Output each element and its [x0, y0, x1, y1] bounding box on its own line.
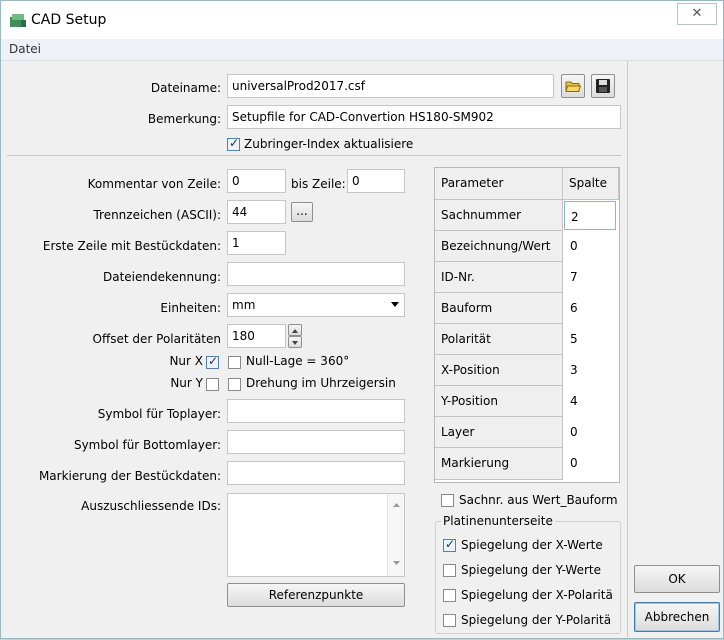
drehung-checkbox[interactable]	[228, 378, 241, 391]
bemerkung-label: Bemerkung:	[147, 112, 221, 126]
grid-row-name: Layer	[435, 417, 563, 448]
platinenunterseite-title: Platinenunterseite	[441, 514, 555, 528]
toplayer-input[interactable]	[227, 399, 405, 423]
kommentar-input[interactable]: 0	[227, 169, 286, 193]
toplayer-label: Symbol für Toplayer:	[97, 407, 221, 421]
grid-row-value[interactable]: 0	[564, 448, 618, 480]
bemerkung-input[interactable]: Setupfile for CAD-Convertion HS180-SM902	[227, 105, 621, 129]
trennzeichen-label: Trennzeichen (ASCII):	[93, 208, 221, 222]
dateiname-input[interactable]: universalProd2017.csf	[227, 74, 554, 98]
grid-row-name: Sachnummer	[435, 200, 563, 231]
spin-up-icon	[292, 329, 298, 333]
offset-up-button[interactable]	[288, 324, 302, 336]
grid-row-value[interactable]: 4	[564, 386, 618, 417]
einheiten-value: mm	[232, 298, 256, 312]
grid-row-value[interactable]: 7	[564, 262, 618, 293]
separator	[7, 155, 621, 156]
grid-row-value[interactable]: 6	[564, 293, 618, 324]
trennzeichen-browse-button[interactable]: ...	[291, 202, 313, 222]
drehung-label: Drehung im Uhrzeigersin	[246, 376, 396, 390]
spiegel-xpol-checkbox[interactable]	[443, 589, 456, 602]
sachnr-label: Sachnr. aus Wert_Bauform	[459, 493, 618, 507]
spiegel-xpol-label: Spiegelung der X-Polaritä	[461, 588, 613, 602]
grid-row-name: X-Position	[435, 355, 563, 386]
ok-button[interactable]: OK	[634, 565, 720, 593]
window-title: CAD Setup	[31, 12, 107, 28]
grid-row-value[interactable]: 0	[564, 231, 618, 262]
erste-zeile-input[interactable]: 1	[227, 231, 286, 255]
grid-row-value[interactable]: 2	[564, 201, 616, 230]
grid-row-value[interactable]: 3	[564, 355, 618, 386]
markierung-input[interactable]	[227, 461, 405, 485]
parameter-grid: Parameter Spalte Sachnummer 2 Bezeichnun…	[434, 167, 620, 483]
title-bar: CAD Setup ✕	[1, 1, 723, 39]
grid-row-name: Y-Position	[435, 386, 563, 417]
cancel-button[interactable]: Abbrechen	[634, 602, 720, 632]
grid-row-name: Bezeichnung/Wert	[435, 231, 563, 262]
nur-x-checkbox[interactable]	[206, 354, 219, 369]
erste-zeile-label: Erste Zeile mit Bestückdaten:	[42, 239, 221, 253]
spiegel-y-checkbox[interactable]	[443, 564, 456, 577]
auszuschliessende-ids-label: Auszuschliessende IDs:	[81, 499, 221, 513]
offset-label: Offset der Polaritäten	[92, 332, 221, 346]
bottomlayer-label: Symbol für Bottomlayer:	[73, 438, 221, 452]
nur-x-label: Nur X	[169, 354, 203, 368]
grid-row-value[interactable]: 5	[564, 324, 618, 355]
einheiten-label: Einheiten:	[160, 301, 221, 315]
open-file-button[interactable]	[561, 74, 585, 98]
offset-down-button[interactable]	[288, 336, 302, 348]
sachnr-checkbox[interactable]	[441, 494, 454, 507]
zubringer-label: Zubringer-Index aktualisiere	[244, 137, 414, 151]
ids-scrollbar[interactable]	[387, 494, 404, 576]
bis-zeile-label: bis Zeile:	[291, 177, 346, 191]
spiegel-ypol-label: Spiegelung der Y-Polaritä	[461, 613, 612, 627]
spiegel-x-label: Spiegelung der X-Werte	[461, 538, 603, 552]
grid-header-spalte: Spalte	[563, 168, 619, 200]
menu-datei[interactable]: Datei	[9, 42, 41, 56]
save-icon	[596, 79, 610, 93]
save-file-button[interactable]	[591, 74, 615, 98]
referenzpunkte-button[interactable]: Referenzpunkte	[227, 583, 405, 607]
kommentar-label: Kommentar von Zeile:	[87, 177, 221, 191]
nur-y-checkbox[interactable]	[206, 378, 219, 391]
bis-zeile-input[interactable]: 0	[347, 169, 405, 193]
zubringer-checkbox[interactable]	[227, 136, 240, 151]
einheiten-select[interactable]: mm	[227, 293, 405, 317]
nur-y-label: Nur Y	[170, 376, 203, 390]
bottomlayer-input[interactable]	[227, 430, 405, 454]
offset-input[interactable]: 180	[227, 324, 286, 348]
spiegel-y-label: Spiegelung der Y-Werte	[461, 563, 601, 577]
dateiname-label: Dateiname:	[150, 81, 221, 95]
scroll-up-icon	[393, 503, 400, 507]
grid-header-parameter: Parameter	[435, 168, 563, 200]
dateiendekennung-input[interactable]	[227, 262, 405, 286]
null-lage-checkbox[interactable]	[228, 356, 241, 369]
grid-row-name: Markierung	[435, 448, 563, 480]
grid-row-name: ID-Nr.	[435, 262, 563, 293]
vertical-separator	[627, 61, 628, 640]
grid-row-name: Polarität	[435, 324, 563, 355]
close-button[interactable]: ✕	[677, 3, 717, 25]
null-lage-label: Null-Lage = 360°	[246, 354, 350, 368]
folder-open-icon	[565, 81, 582, 92]
auszuschliessende-ids-textarea[interactable]	[227, 493, 405, 577]
close-icon: ✕	[691, 6, 703, 21]
trennzeichen-input[interactable]: 44	[227, 200, 286, 224]
app-icon	[10, 14, 26, 27]
dateiendekennung-label: Dateiendekennung:	[103, 270, 221, 284]
scroll-down-icon	[393, 561, 400, 565]
spin-down-icon	[292, 341, 298, 345]
dropdown-arrow-icon	[391, 302, 399, 307]
markierung-label: Markierung der Bestückdaten:	[38, 469, 221, 483]
menu-bar: Datei	[1, 39, 723, 61]
spiegel-x-checkbox[interactable]	[443, 537, 456, 552]
spiegel-ypol-checkbox[interactable]	[443, 614, 456, 627]
grid-row-value[interactable]: 0	[564, 417, 618, 448]
grid-row-name: Bauform	[435, 293, 563, 324]
cad-setup-window: CAD Setup ✕ Datei Dateiname: universalPr…	[0, 0, 724, 640]
